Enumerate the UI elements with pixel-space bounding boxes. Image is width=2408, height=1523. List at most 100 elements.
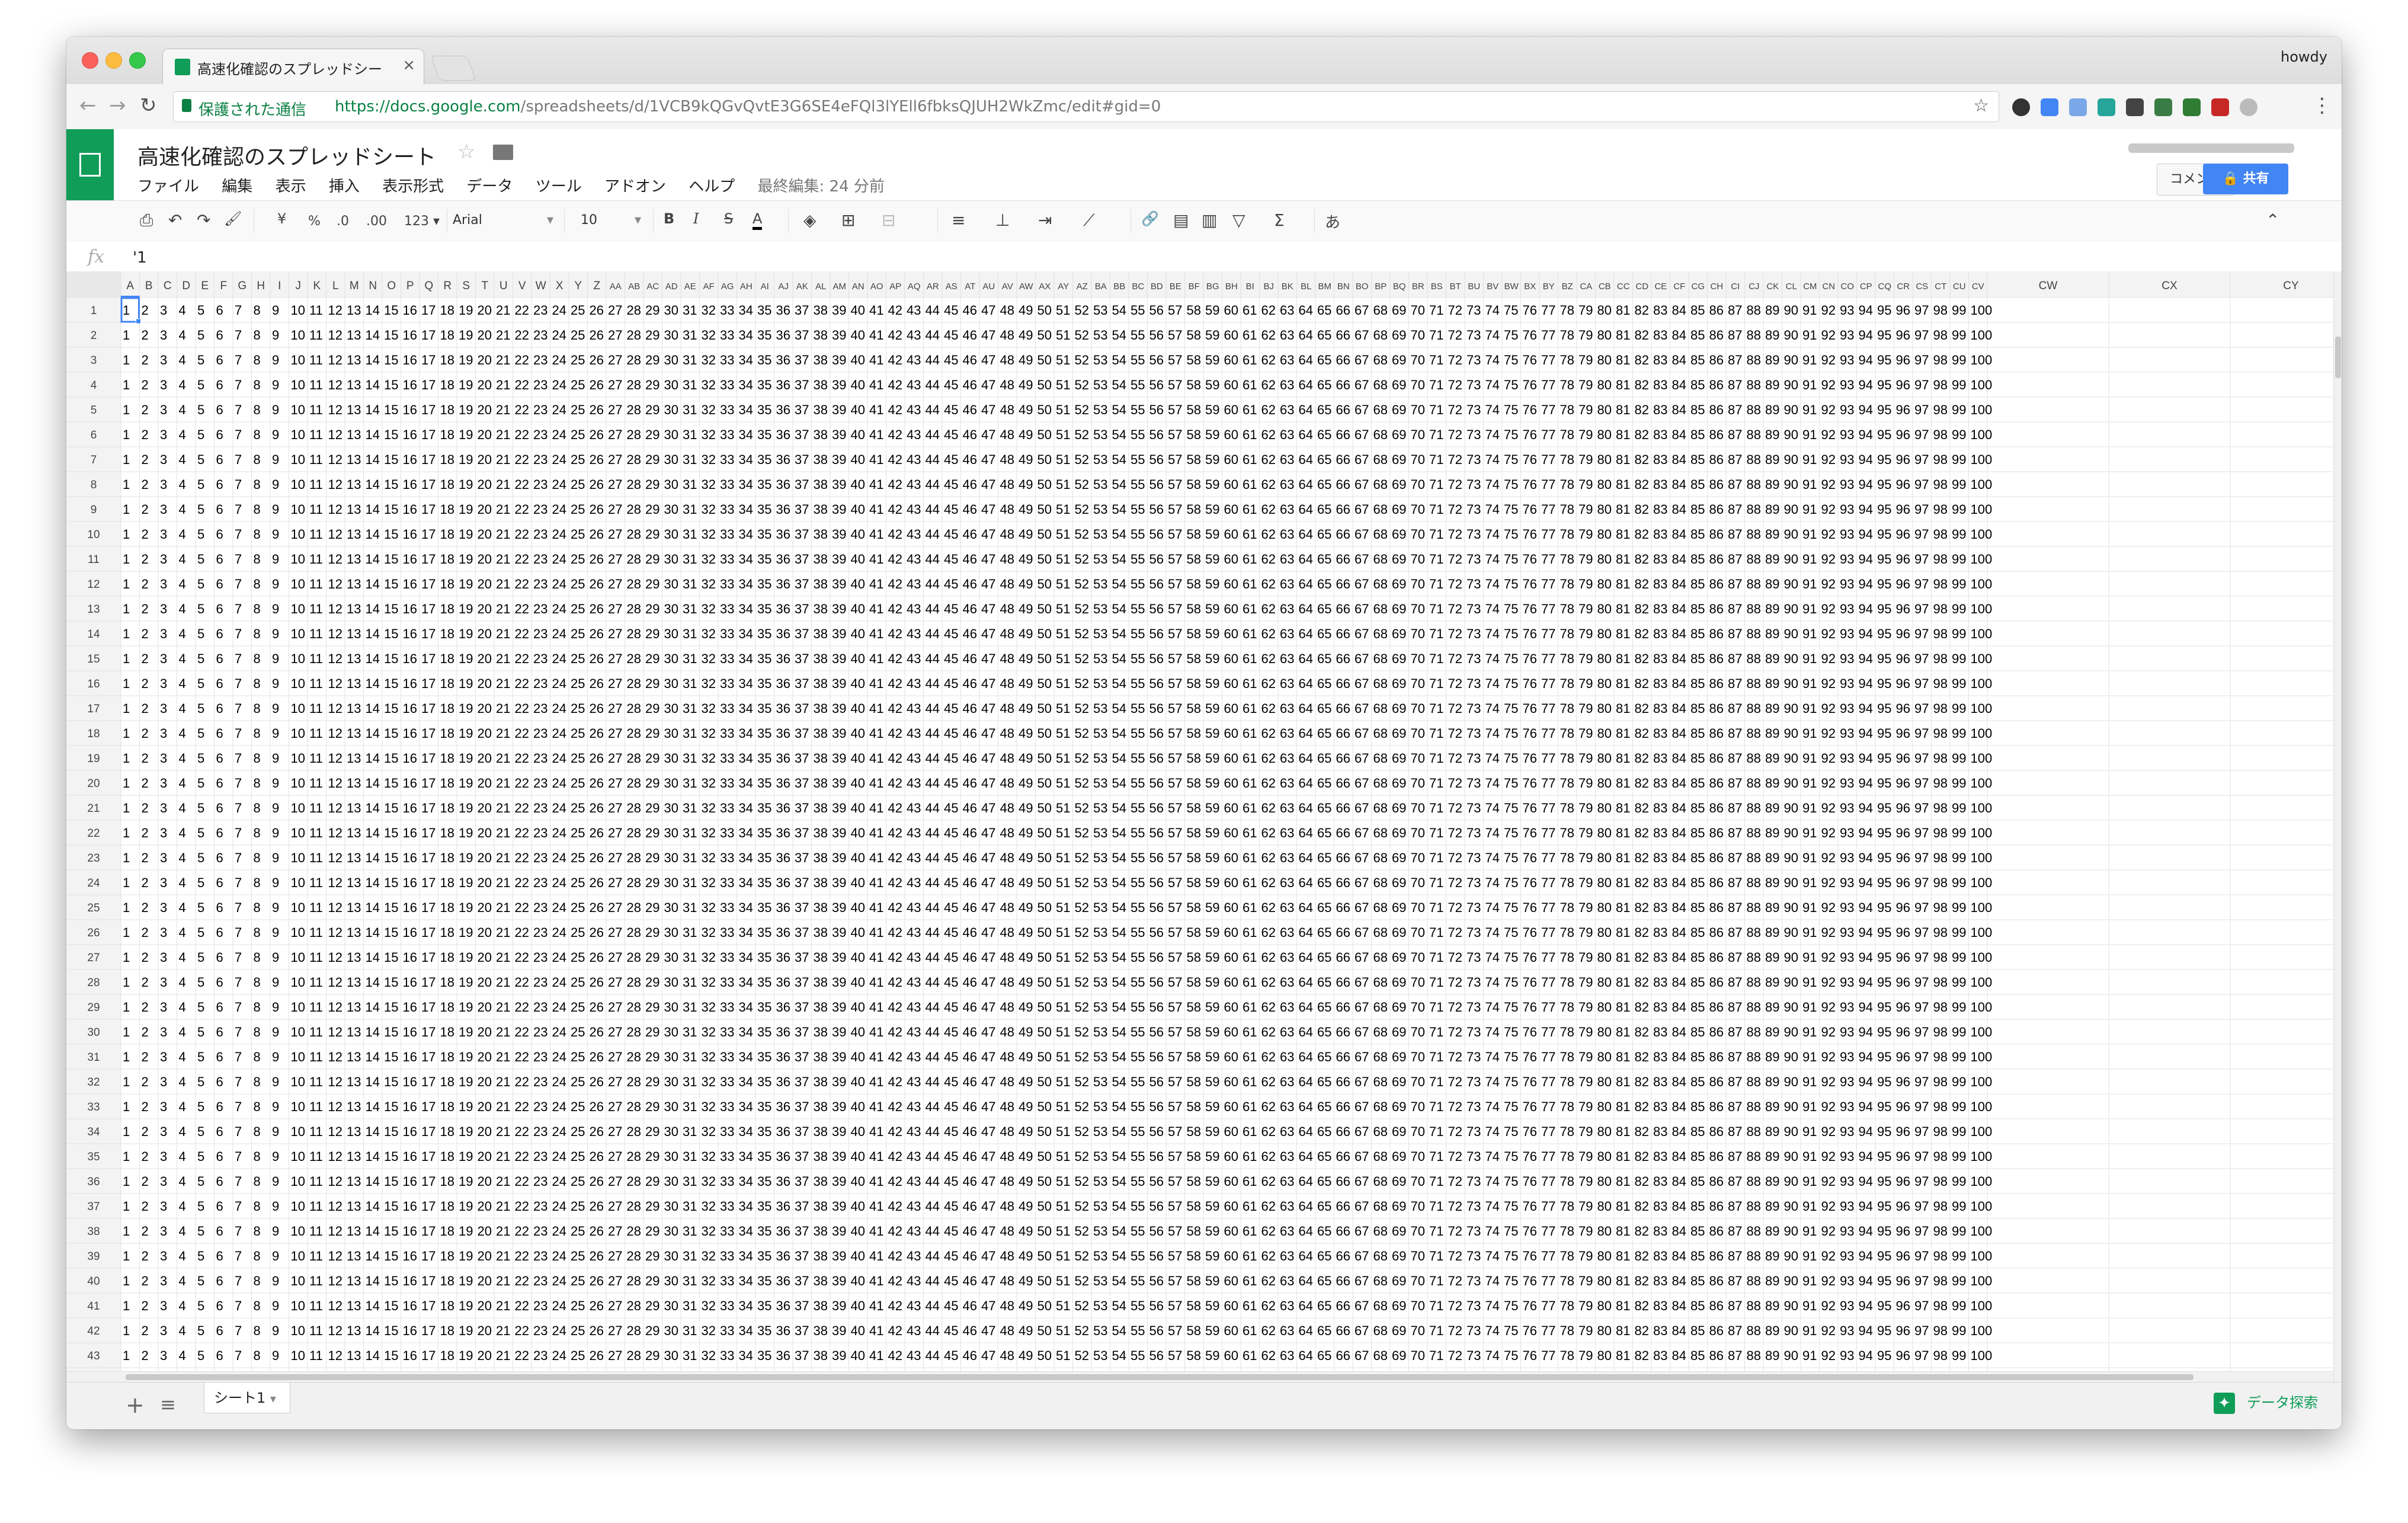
cell-value[interactable]: 33	[720, 850, 734, 865]
cell-value[interactable]: 59	[1205, 1298, 1219, 1313]
cell-value[interactable]: 94	[1859, 751, 1873, 766]
cell-value[interactable]: 41	[869, 427, 883, 442]
cell-value[interactable]: 26	[590, 502, 604, 517]
cell-value[interactable]: 9	[272, 552, 279, 567]
cell-value[interactable]: 43	[907, 577, 921, 591]
cell-value[interactable]: 60	[1224, 726, 1238, 741]
cell-value[interactable]: 82	[1635, 1000, 1649, 1015]
cell-value[interactable]: 31	[683, 975, 697, 990]
cell-value[interactable]: 96	[1896, 975, 1910, 990]
cell-value[interactable]: 25	[571, 353, 585, 367]
column-header-cj[interactable]: CJ	[1749, 281, 1759, 292]
cell-value[interactable]: 43	[907, 801, 921, 815]
cell-value[interactable]: 70	[1411, 402, 1425, 417]
cell-value[interactable]: 61	[1243, 452, 1257, 467]
cell-value[interactable]: 20	[478, 626, 492, 641]
cell-value[interactable]: 33	[720, 452, 734, 467]
cell-value[interactable]: 21	[496, 452, 510, 467]
cell-value[interactable]: 66	[1336, 751, 1350, 766]
cell-value[interactable]: 33	[720, 1124, 734, 1139]
cell-value[interactable]: 92	[1821, 328, 1836, 343]
cell-value[interactable]: 80	[1597, 377, 1612, 392]
cell-value[interactable]: 30	[664, 1050, 678, 1064]
cell-value[interactable]: 36	[776, 950, 790, 965]
cell-value[interactable]: 33	[720, 1274, 734, 1288]
cell-value[interactable]: 27	[608, 427, 622, 442]
cell-value[interactable]: 23	[533, 477, 547, 492]
cell-value[interactable]: 35	[757, 1224, 771, 1239]
cell-value[interactable]: 3	[160, 1174, 167, 1189]
cell-value[interactable]: 15	[384, 1000, 398, 1015]
cell-value[interactable]: 97	[1914, 552, 1929, 567]
cell-value[interactable]: 40	[851, 1323, 865, 1338]
cell-value[interactable]: 2	[142, 1149, 149, 1164]
cell-value[interactable]: 23	[533, 950, 547, 965]
cell-value[interactable]: 17	[421, 402, 436, 417]
cell-value[interactable]: 7	[235, 328, 242, 343]
cell-value[interactable]: 88	[1747, 1124, 1761, 1139]
cell-value[interactable]: 54	[1112, 801, 1126, 815]
cell-value[interactable]: 61	[1243, 1000, 1257, 1015]
cell-value[interactable]: 62	[1261, 1323, 1276, 1338]
cell-value[interactable]: 73	[1466, 1224, 1481, 1239]
cell-value[interactable]: 44	[926, 377, 940, 392]
cell-value[interactable]: 46	[963, 427, 977, 442]
cell-value[interactable]: 97	[1914, 601, 1929, 616]
cell-value[interactable]: 78	[1560, 726, 1574, 741]
cell-value[interactable]: 67	[1354, 651, 1369, 666]
cell-value[interactable]: 15	[384, 801, 398, 815]
cell-value[interactable]: 22	[515, 328, 529, 343]
cell-value[interactable]: 7	[235, 776, 242, 791]
cell-value[interactable]: 45	[944, 427, 958, 442]
cell-value[interactable]: 21	[496, 1050, 510, 1064]
cell-value[interactable]: 69	[1392, 1099, 1406, 1114]
spreadsheet-grid[interactable]: A B C D E F G H I J K L M N O P Q R S T U V W X Y Z AA AB AC AD AE AF AG…	[66, 271, 2333, 1404]
column-header-by[interactable]: BY	[1543, 281, 1555, 292]
cell-value[interactable]: 38	[814, 1174, 828, 1189]
cell-value[interactable]: 54	[1112, 1099, 1126, 1114]
cell-value[interactable]: 61	[1243, 353, 1257, 367]
cell-value[interactable]: 17	[421, 1025, 436, 1039]
cell-value[interactable]: 94	[1859, 676, 1873, 691]
cell-value[interactable]: 77	[1541, 452, 1555, 467]
cell-value[interactable]: 53	[1093, 1274, 1107, 1288]
cell-value[interactable]: 89	[1765, 477, 1779, 492]
cell-value[interactable]: 11	[309, 776, 323, 791]
cell-value[interactable]: 80	[1597, 1274, 1612, 1288]
cell-value[interactable]: 36	[776, 651, 790, 666]
cell-value[interactable]: 32	[702, 552, 716, 567]
cell-value[interactable]: 16	[403, 676, 417, 691]
cell-value[interactable]: 46	[963, 1348, 977, 1363]
cell-value[interactable]: 22	[515, 726, 529, 741]
cell-value[interactable]: 26	[590, 527, 604, 542]
cell-value[interactable]: 52	[1075, 875, 1089, 890]
cell-value[interactable]: 97	[1914, 900, 1929, 915]
cell-value[interactable]: 32	[702, 353, 716, 367]
cell-value[interactable]: 68	[1373, 1274, 1388, 1288]
cell-value[interactable]: 17	[421, 1099, 436, 1114]
cell-value[interactable]: 35	[757, 626, 771, 641]
cell-value[interactable]: 65	[1317, 776, 1331, 791]
cell-value[interactable]: 55	[1131, 601, 1145, 616]
cell-value[interactable]: 14	[366, 1025, 380, 1039]
cell-value[interactable]: 73	[1466, 1323, 1481, 1338]
row-header-20[interactable]: 20	[87, 778, 100, 790]
cell-value[interactable]: 12	[328, 626, 342, 641]
cell-value[interactable]: 2	[142, 850, 149, 865]
cell-value[interactable]: 86	[1709, 1050, 1724, 1064]
cell-value[interactable]: 63	[1280, 1199, 1294, 1214]
row-header-10[interactable]: 10	[87, 529, 100, 541]
cell-value[interactable]: 83	[1653, 477, 1667, 492]
cell-value[interactable]: 98	[1933, 1050, 1948, 1064]
cell-value[interactable]: 79	[1578, 626, 1593, 641]
cell-value[interactable]: 30	[664, 1249, 678, 1263]
cell-value[interactable]: 25	[571, 402, 585, 417]
cell-value[interactable]: 83	[1653, 925, 1667, 940]
cell-value[interactable]: 47	[981, 353, 995, 367]
cell-value[interactable]: 14	[366, 651, 380, 666]
cell-value[interactable]: 57	[1168, 477, 1182, 492]
cell-value[interactable]: 36	[776, 626, 790, 641]
cell-value[interactable]: 77	[1541, 1124, 1555, 1139]
cell-value[interactable]: 28	[627, 875, 641, 890]
cell-value[interactable]: 38	[814, 701, 828, 716]
